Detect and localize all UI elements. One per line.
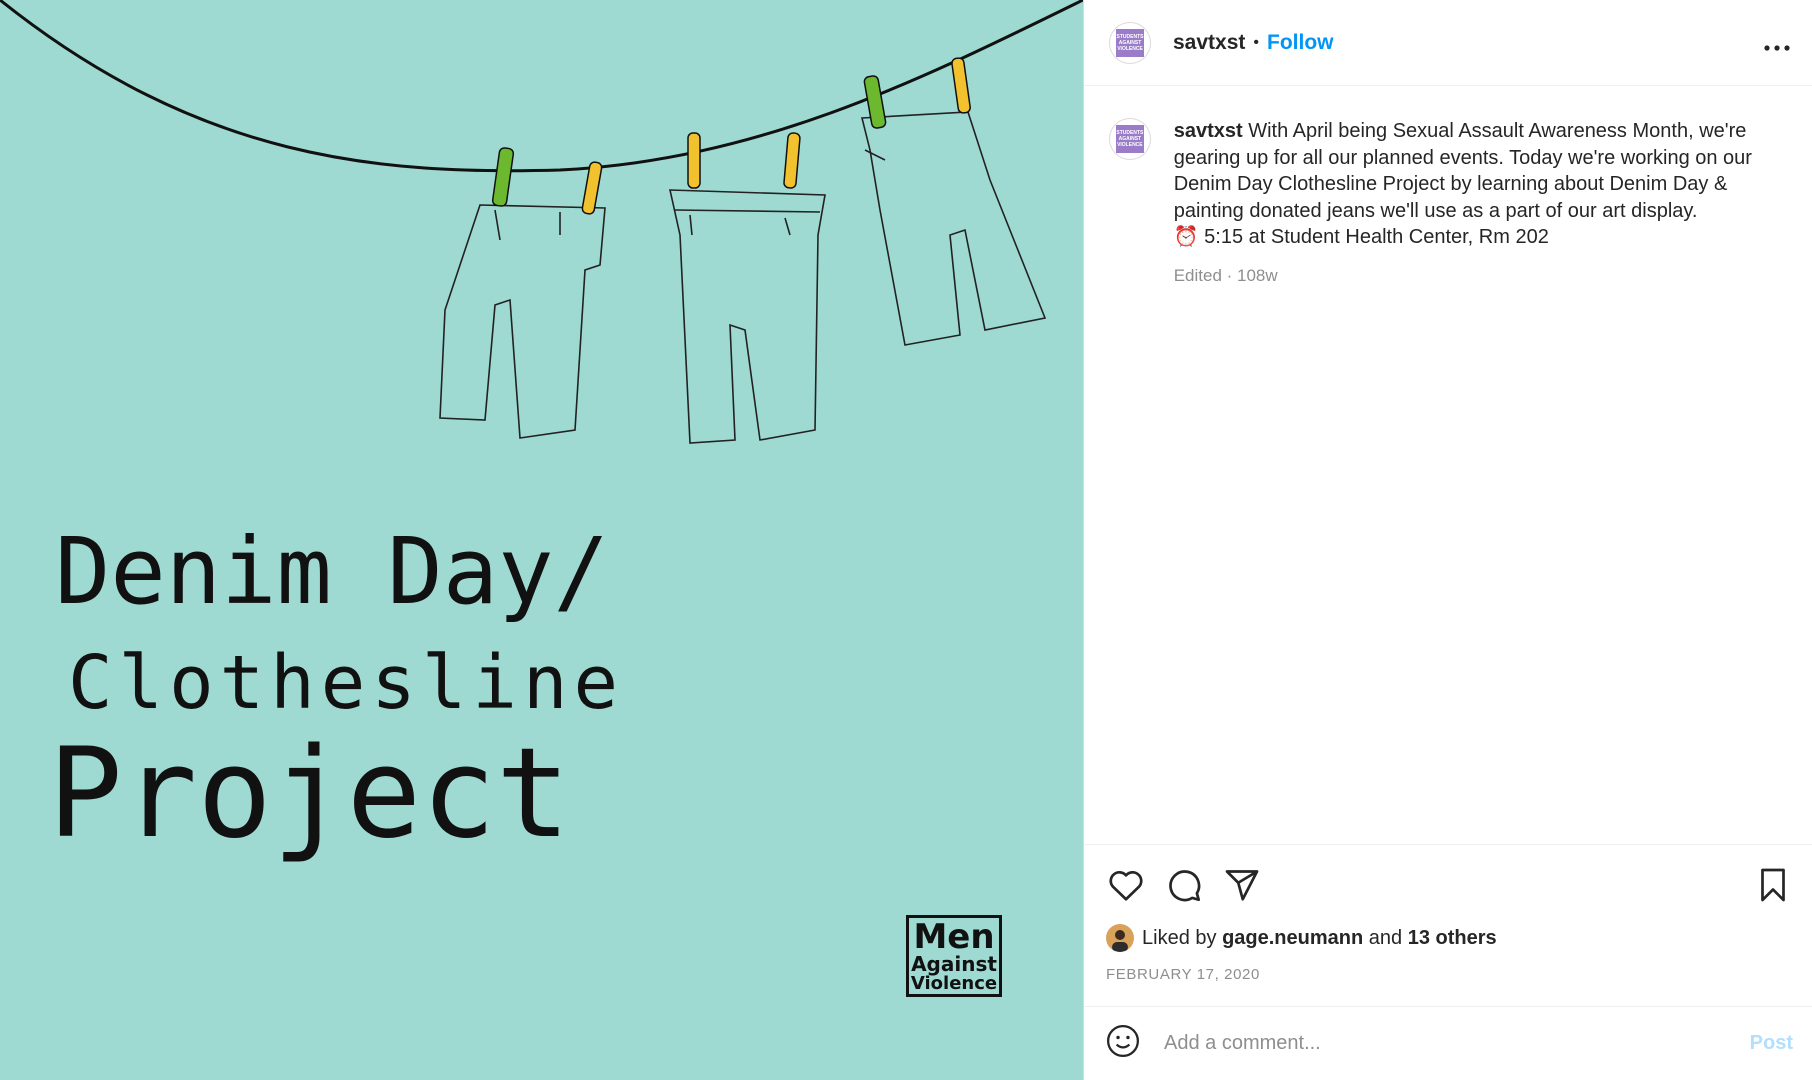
caption-meta: Edited · 108w — [1173, 265, 1278, 285]
avatar-logo: STUDENTS AGAINST VIOLENCE — [1116, 28, 1144, 57]
and-label: and — [1368, 926, 1403, 949]
separator-dot: • — [1253, 33, 1259, 51]
likes-summary: Liked by gage.neumann and 13 others — [1106, 924, 1497, 952]
image-title-line-3: Project — [48, 722, 571, 866]
caption-avatar-logo: STUDENTS AGAINST VIOLENCE — [1115, 125, 1144, 153]
heart-icon[interactable] — [1106, 865, 1146, 905]
more-options-icon[interactable] — [1764, 27, 1790, 58]
post-image[interactable]: Denim Day/ Clothesline Project Men Again… — [0, 0, 1083, 1080]
logo-text-men: Men — [913, 917, 995, 957]
send-icon[interactable] — [1222, 865, 1262, 905]
caption-time-line: ⏰ 5:15 at Student Health Center, Rm 202 — [1173, 226, 1549, 248]
caption-body: savtxst With April being Sexual Assault … — [1174, 118, 1789, 289]
edited-label: Edited — [1173, 265, 1222, 285]
post-comment-button[interactable]: Post — [1750, 1032, 1793, 1055]
logo-text-violence: Violence — [910, 973, 998, 994]
post-caption: STUDENTS AGAINST VIOLENCE savtxst With A… — [1109, 118, 1789, 289]
men-against-violence-logo: Men Against Violence — [906, 915, 1002, 997]
comment-bar: Post — [1084, 1006, 1812, 1080]
caption-avatar[interactable]: STUDENTS AGAINST VIOLENCE — [1109, 118, 1151, 160]
liked-by-label: Liked by — [1142, 926, 1217, 949]
post-dialog: Denim Day/ Clothesline Project Men Again… — [0, 0, 1812, 1080]
comment-input[interactable] — [1162, 1031, 1750, 1056]
liker-avatar[interactable] — [1106, 924, 1134, 952]
logo-text-against: Against — [911, 952, 997, 976]
follow-button[interactable]: Follow — [1267, 31, 1334, 55]
caption-text: With April being Sexual Assault Awarenes… — [1173, 120, 1752, 222]
liker-username[interactable]: gage.neumann — [1222, 927, 1363, 950]
others-link[interactable]: 13 others — [1408, 927, 1497, 950]
account-avatar[interactable]: STUDENTS AGAINST VIOLENCE — [1109, 21, 1151, 64]
comment-icon[interactable] — [1164, 865, 1204, 905]
post-date[interactable]: FEBRUARY 17, 2020 — [1106, 966, 1260, 983]
post-header: STUDENTS AGAINST VIOLENCE savtxst • Foll… — [1084, 0, 1812, 86]
caption-username[interactable]: savtxst — [1174, 120, 1243, 142]
post-sidebar: STUDENTS AGAINST VIOLENCE savtxst • Foll… — [1083, 0, 1812, 1080]
action-bar — [1084, 844, 1812, 924]
image-title-line-2: Clothesline — [68, 640, 625, 726]
image-title-line-1: Denim Day/ — [55, 518, 609, 625]
bookmark-icon[interactable] — [1753, 865, 1793, 905]
emoji-icon[interactable] — [1106, 1024, 1140, 1063]
account-username[interactable]: savtxst — [1173, 31, 1245, 55]
post-age[interactable]: 108w — [1237, 266, 1278, 285]
